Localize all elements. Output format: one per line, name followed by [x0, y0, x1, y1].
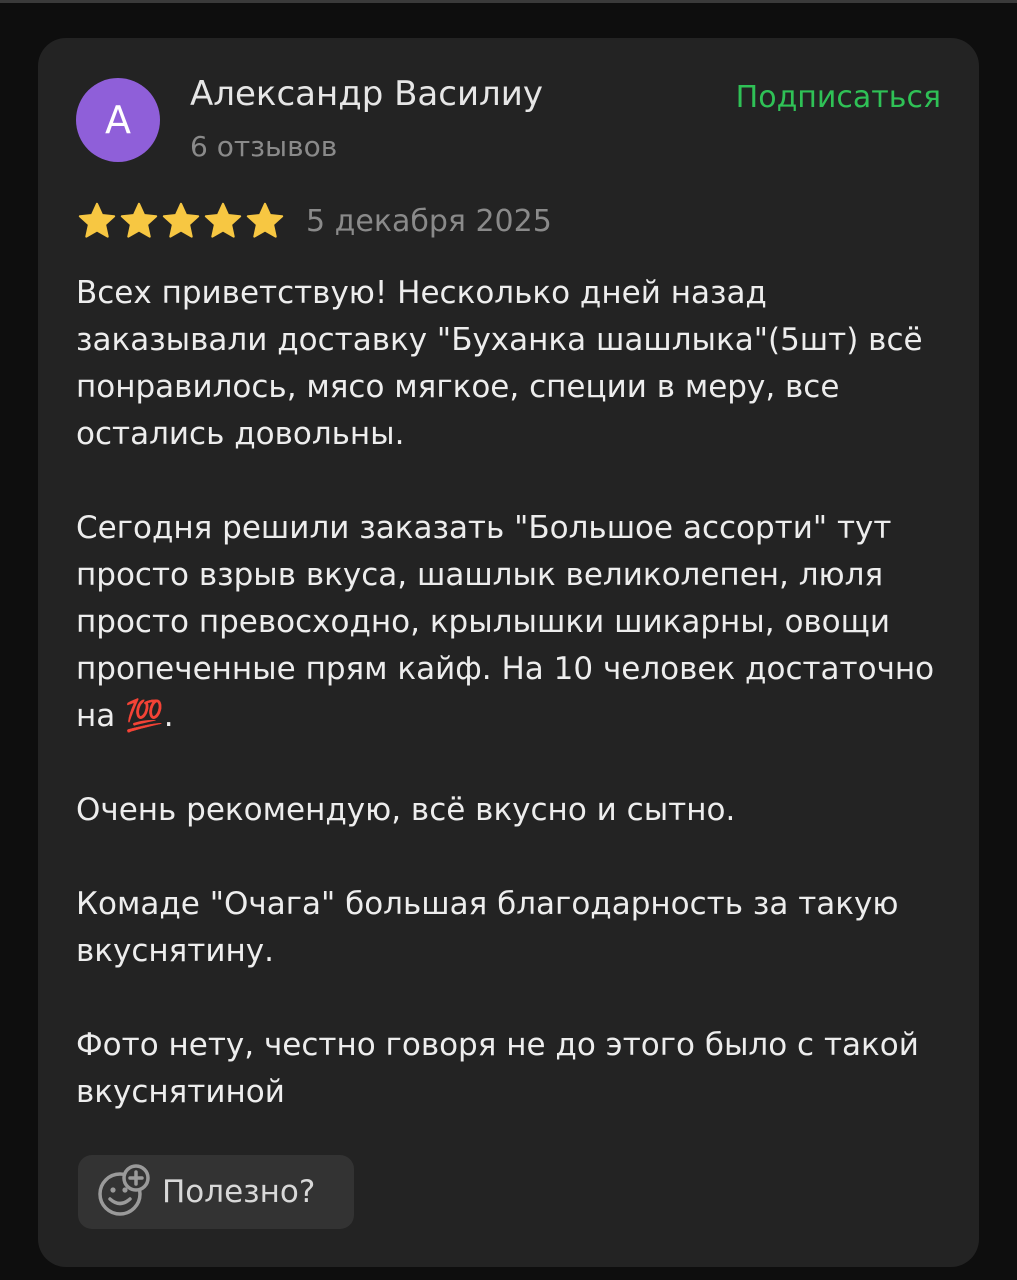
star-icon — [246, 202, 284, 238]
author-name[interactable]: Александр Василиу — [190, 74, 543, 114]
review-paragraph: Фото нету, честно говоря не до этого был… — [76, 1027, 929, 1110]
review-paragraph: Всех приветствую! Несколько дней назад з… — [76, 275, 933, 452]
review-paragraph: Сегодня решили заказать "Большое ассорти… — [76, 510, 944, 734]
rating-row: 5 декабря 2025 — [76, 198, 552, 244]
star-icon — [162, 202, 200, 238]
useful-button-label: Полезно? — [162, 1174, 316, 1210]
author-reviews-count: 6 отзывов — [190, 130, 338, 163]
useful-button[interactable]: Полезно? — [78, 1155, 354, 1229]
review-paragraph: Комаде "Очага" большая благодарность за … — [76, 886, 909, 969]
avatar[interactable]: А — [76, 78, 160, 162]
review-text: Всех приветствую! Несколько дней назад з… — [76, 270, 946, 1116]
star-rating — [76, 200, 286, 242]
top-edge-divider — [0, 0, 1017, 3]
review-date: 5 декабря 2025 — [306, 203, 552, 239]
star-icon — [120, 202, 158, 238]
star-icon — [204, 202, 242, 238]
smile-plus-icon — [98, 1164, 150, 1216]
subscribe-button[interactable]: Подписаться — [736, 80, 941, 115]
review-card: А Александр Василиу 6 отзывов Подписатьс… — [38, 38, 979, 1267]
star-icon — [78, 202, 116, 238]
review-paragraph: Очень рекомендую, всё вкусно и сытно. — [76, 792, 736, 828]
